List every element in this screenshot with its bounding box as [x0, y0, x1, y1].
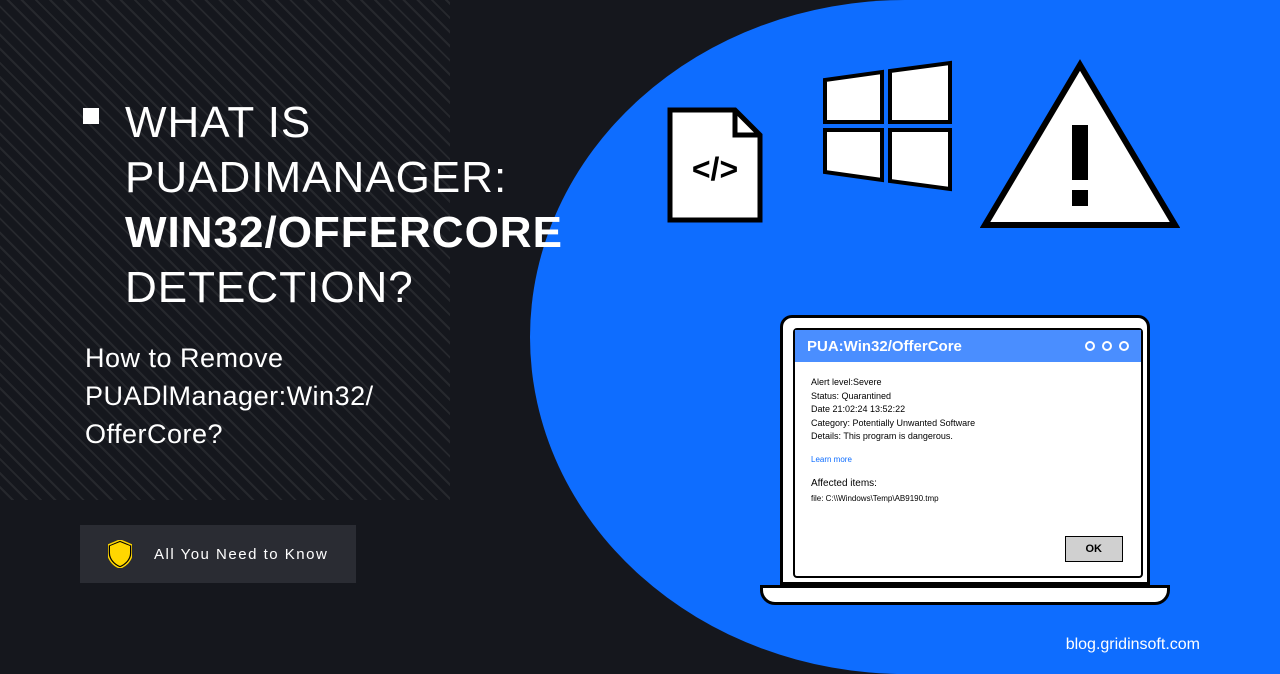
dialog-window: PUA:Win32/OfferCore Alert level:Severe S…: [793, 328, 1143, 578]
info-badge: All You Need to Know: [80, 525, 356, 583]
affected-items-label: Affected items:: [811, 476, 1125, 491]
warning-triangle-icon: [980, 55, 1180, 235]
subtitle: How to Remove PUADlManager:Win32/ OfferC…: [85, 340, 563, 453]
window-dot-icon: [1119, 341, 1129, 351]
laptop-screen: PUA:Win32/OfferCore Alert level:Severe S…: [780, 315, 1150, 585]
laptop-base: [760, 585, 1170, 605]
heading-line1: WHAT IS: [125, 98, 311, 147]
alert-level-row: Alert level:Severe: [811, 376, 1125, 390]
window-dot-icon: [1085, 341, 1095, 351]
dialog-titlebar: PUA:Win32/OfferCore: [795, 330, 1141, 362]
main-heading: WHAT IS PUADIMANAGER: WIN32/OFFERCORE DE…: [125, 95, 563, 315]
svg-text:</>: </>: [692, 151, 738, 187]
subtitle-line1: How to Remove: [85, 343, 284, 373]
subtitle-line3: OfferCore?: [85, 419, 223, 449]
category-row: Category: Potentially Unwanted Software: [811, 417, 1125, 431]
window-dot-icon: [1102, 341, 1112, 351]
subtitle-line2: PUADlManager:Win32/: [85, 381, 374, 411]
badge-text: All You Need to Know: [154, 546, 328, 563]
details-row: Details: This program is dangerous.: [811, 430, 1125, 444]
affected-file-path: file: C:\\Windows\Temp\AB9190.tmp: [811, 493, 1125, 505]
heading-line3: WIN32/OFFERCORE: [125, 208, 563, 257]
date-row: Date 21:02:24 13:52:22: [811, 403, 1125, 417]
heading-line2: PUADIMANAGER:: [125, 153, 507, 202]
learn-more-link[interactable]: Learn more: [811, 454, 1125, 466]
status-row: Status: Quarantined: [811, 390, 1125, 404]
ok-button[interactable]: OK: [1065, 536, 1124, 563]
footer-url: blog.gridinsoft.com: [1066, 636, 1200, 654]
heading-line4: DETECTION?: [125, 263, 414, 312]
laptop-illustration: PUA:Win32/OfferCore Alert level:Severe S…: [760, 315, 1170, 605]
dialog-title: PUA:Win32/OfferCore: [807, 338, 962, 355]
bullet-square: [83, 108, 99, 124]
windows-icon: [820, 60, 955, 195]
content-block: WHAT IS PUADIMANAGER: WIN32/OFFERCORE DE…: [85, 95, 563, 453]
shield-icon: [108, 540, 132, 568]
dialog-body: Alert level:Severe Status: Quarantined D…: [795, 362, 1141, 519]
window-controls: [1085, 341, 1129, 351]
code-file-icon: </>: [665, 105, 765, 225]
